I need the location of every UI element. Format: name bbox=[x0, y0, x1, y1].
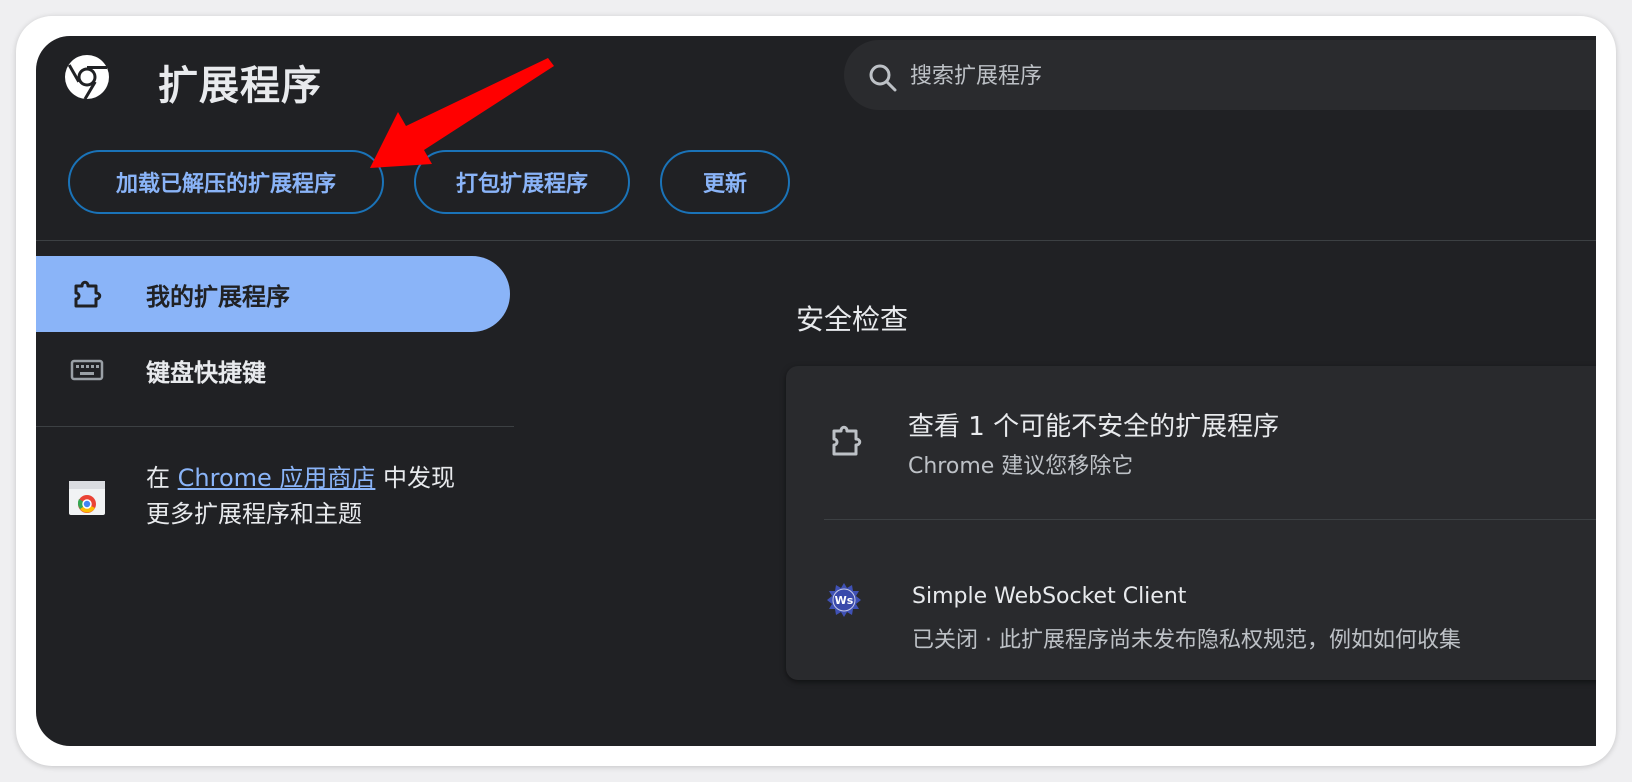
extension-description: 已关闭 · 此扩展程序尚未发布隐私权规范，例如如何收集 bbox=[912, 628, 1461, 653]
chrome-logo-icon bbox=[65, 55, 109, 100]
sidebar-divider bbox=[36, 426, 514, 427]
puzzle-icon bbox=[832, 425, 862, 456]
search-icon bbox=[869, 64, 897, 92]
chrome-web-store-link[interactable]: Chrome 应用商店 bbox=[178, 464, 376, 492]
search-input[interactable] bbox=[908, 56, 1512, 96]
safety-check-title: 安全检查 bbox=[796, 303, 909, 336]
promo-suffix: 中发现 bbox=[375, 464, 456, 492]
unsafe-extensions-title[interactable]: 查看 1 个可能不安全的扩展程序 bbox=[908, 406, 1279, 443]
search-bar[interactable] bbox=[844, 40, 1596, 110]
sidebar-item-my-extensions[interactable]: 我的扩展程序 bbox=[36, 256, 510, 332]
svg-text:Ws: Ws bbox=[835, 594, 854, 607]
chrome-web-store-icon bbox=[69, 481, 105, 515]
page-title: 扩展程序 bbox=[158, 63, 322, 109]
promo-line2: 更多扩展程序和主题 bbox=[146, 500, 362, 528]
toolbar-divider bbox=[36, 240, 1596, 241]
sidebar-item-label: 我的扩展程序 bbox=[146, 282, 290, 311]
puzzle-icon bbox=[74, 280, 102, 308]
sidebar-item-label: 键盘快捷键 bbox=[146, 358, 266, 387]
web-store-promo: 在 Chrome 应用商店 中发现 更多扩展程序和主题 bbox=[146, 460, 506, 532]
ws-badge-icon: Ws bbox=[827, 583, 861, 617]
sidebar-item-keyboard-shortcuts[interactable]: 键盘快捷键 bbox=[36, 332, 510, 408]
unsafe-extensions-subtitle: Chrome 建议您移除它 bbox=[908, 454, 1134, 479]
extension-name: Simple WebSocket Client bbox=[912, 584, 1187, 609]
extensions-page: 扩展程序 加载已解压的扩展程序 打包扩展程序 更新 我的扩展程序 bbox=[36, 36, 1596, 746]
update-button[interactable]: 更新 bbox=[660, 150, 790, 214]
header: 扩展程序 bbox=[36, 36, 1596, 116]
keyboard-icon bbox=[70, 359, 104, 381]
pack-extension-button[interactable]: 打包扩展程序 bbox=[414, 150, 630, 214]
card-divider bbox=[824, 519, 1596, 520]
load-unpacked-button[interactable]: 加载已解压的扩展程序 bbox=[68, 150, 384, 214]
safety-check-card: 查看 1 个可能不安全的扩展程序 Chrome 建议您移除它 Ws Simple… bbox=[786, 366, 1596, 680]
promo-prefix: 在 bbox=[146, 464, 178, 492]
